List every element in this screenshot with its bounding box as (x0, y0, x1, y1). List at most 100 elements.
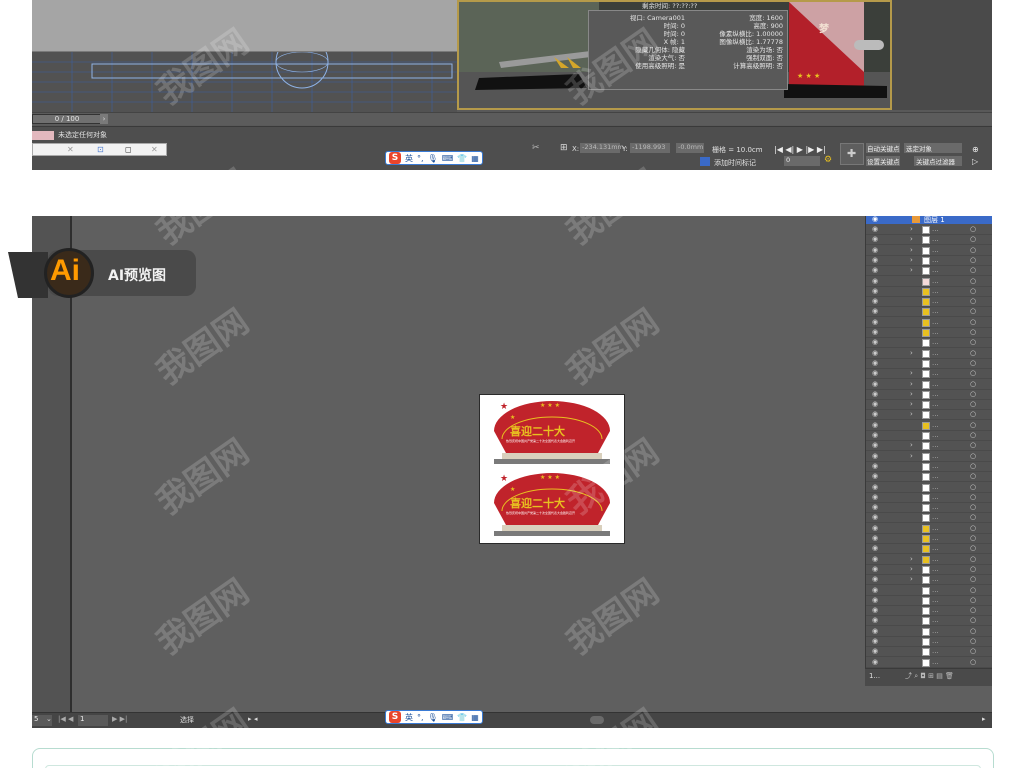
nav-zoom-icon[interactable]: ⊕ (972, 145, 979, 154)
layer-row[interactable]: ◉... ○ (866, 586, 992, 596)
layer-row[interactable]: ◉... ○ (866, 287, 992, 297)
eye-icon[interactable]: ◉ (872, 421, 878, 429)
layer-row[interactable]: ◉... ○ (866, 359, 992, 369)
layer-row[interactable]: ◉ ›... ○ (866, 225, 992, 235)
layer-row[interactable]: ◉... ○ (866, 534, 992, 544)
ime-toolbar[interactable]: S 英 °, 🎙 ⌨ 👕 ▦ (385, 151, 483, 165)
add-time-tag[interactable]: 添加时间标记 (714, 158, 756, 168)
layer-row-selected[interactable]: ◉ 图层 1 (866, 216, 992, 224)
eye-icon[interactable]: ◉ (872, 216, 878, 223)
eye-icon[interactable]: ◉ (872, 277, 878, 285)
expand-icon[interactable]: › (910, 410, 913, 418)
target-icon[interactable]: ○ (970, 627, 976, 635)
expand-icon[interactable]: › (910, 575, 913, 583)
eye-icon[interactable]: ◉ (872, 596, 878, 604)
eye-icon[interactable]: ◉ (872, 225, 878, 233)
expand-icon[interactable]: › (910, 266, 913, 274)
maxscript-listener[interactable]: ✕ ⊡ ◻ ✕ (32, 143, 167, 156)
target-icon[interactable]: ○ (970, 483, 976, 491)
punct-icon[interactable]: °, (417, 713, 424, 722)
layer-row[interactable]: ◉ ›... ○ (866, 390, 992, 400)
eye-icon[interactable]: ◉ (872, 637, 878, 645)
prev-page-icon[interactable]: |◀ ◀ (58, 715, 73, 723)
layer-row[interactable]: ◉... ○ (866, 647, 992, 658)
layer-row[interactable]: ◉ ›... ○ (866, 266, 992, 277)
punct-icon[interactable]: °, (417, 154, 424, 163)
target-icon[interactable]: ○ (970, 565, 976, 573)
eye-icon[interactable]: ◉ (872, 534, 878, 542)
expand-icon[interactable]: › (910, 441, 913, 449)
target-icon[interactable]: ○ (970, 524, 976, 532)
time-next-icon[interactable]: › (100, 114, 108, 124)
layer-row[interactable]: ◉... ○ (866, 493, 992, 503)
target-icon[interactable]: ○ (970, 472, 976, 480)
target-icon[interactable]: ○ (970, 555, 976, 563)
target-icon[interactable]: ○ (970, 493, 976, 501)
layer-row[interactable]: ◉ ›... ○ (866, 349, 992, 359)
horizontal-scroll-thumb[interactable] (590, 716, 604, 724)
layer-row[interactable]: ◉... ○ (866, 472, 992, 483)
target-icon[interactable]: ○ (970, 575, 976, 583)
layer-row[interactable]: ◉... ○ (866, 338, 992, 349)
time-slider-thumb[interactable]: 0 / 100 (32, 114, 102, 124)
expand-icon[interactable]: › (910, 256, 913, 264)
layer-row[interactable]: ◉... ○ (866, 616, 992, 627)
key-mode-button[interactable]: ✚ (840, 143, 864, 165)
target-icon[interactable]: ○ (970, 421, 976, 429)
target-icon[interactable]: ○ (970, 616, 976, 624)
scroll-right-icon[interactable]: ▸ (982, 715, 986, 723)
layer-row[interactable]: ◉ ›... ○ (866, 575, 992, 586)
coord-y-field[interactable]: -1198.993 (630, 143, 670, 153)
eye-icon[interactable]: ◉ (872, 658, 878, 666)
target-icon[interactable]: ○ (970, 369, 976, 377)
expand-icon[interactable]: › (910, 452, 913, 460)
window-icon[interactable]: ◻ (125, 145, 132, 154)
skin-icon[interactable]: 👕 (457, 713, 467, 722)
target-icon[interactable]: ○ (970, 431, 976, 439)
zoom-dropdown-icon[interactable]: ⌄ (46, 715, 52, 723)
lock-icon[interactable]: ✂ (532, 143, 540, 153)
ime-mode-label[interactable]: 英 (405, 153, 413, 164)
eye-icon[interactable]: ◉ (872, 400, 878, 408)
eye-icon[interactable]: ◉ (872, 349, 878, 357)
set-key-button[interactable]: 设置关键点 (866, 156, 900, 166)
eye-icon[interactable]: ◉ (872, 266, 878, 274)
layer-row[interactable]: ◉... ○ (866, 637, 992, 647)
viewport-grid[interactable] (32, 52, 457, 112)
time-tag-icon[interactable] (700, 157, 710, 166)
layer-row[interactable]: ◉... ○ (866, 627, 992, 637)
page-field[interactable]: 1 (78, 715, 108, 726)
expand-icon[interactable]: › (910, 225, 913, 233)
expand-icon[interactable]: › (910, 555, 913, 563)
layer-row[interactable]: ◉ ›... ○ (866, 441, 992, 452)
target-icon[interactable]: ○ (970, 441, 976, 449)
layer-row[interactable]: ◉... ○ (866, 297, 992, 308)
eye-icon[interactable]: ◉ (872, 627, 878, 635)
close-icon[interactable]: ✕ (67, 145, 74, 154)
target-icon[interactable]: ○ (970, 586, 976, 594)
eye-icon[interactable]: ◉ (872, 235, 878, 243)
key-selection-dropdown[interactable]: 选定对象 (904, 143, 962, 153)
time-slider[interactable]: 0 / 100 › (32, 112, 992, 125)
eye-icon[interactable]: ◉ (872, 513, 878, 521)
status-menu-icon[interactable]: ▸ (248, 715, 252, 723)
auto-key-button[interactable]: 自动关键点 (866, 143, 900, 153)
eye-icon[interactable]: ◉ (872, 359, 878, 367)
eye-icon[interactable]: ◉ (872, 369, 878, 377)
expand-icon[interactable]: › (910, 369, 913, 377)
eye-icon[interactable]: ◉ (872, 616, 878, 624)
skin-icon[interactable]: 👕 (457, 154, 467, 163)
layer-row[interactable]: ◉... ○ (866, 513, 992, 524)
expand-icon[interactable]: › (910, 235, 913, 243)
target-icon[interactable]: ○ (970, 246, 976, 254)
layer-row[interactable]: ◉... ○ (866, 596, 992, 606)
target-icon[interactable]: ○ (970, 235, 976, 243)
target-icon[interactable]: ○ (970, 297, 976, 305)
layer-row[interactable]: ◉ ›... ○ (866, 369, 992, 380)
eye-icon[interactable]: ◉ (872, 410, 878, 418)
eye-icon[interactable]: ◉ (872, 544, 878, 552)
layer-name[interactable]: 图层 1 (924, 216, 945, 225)
target-icon[interactable]: ○ (970, 462, 976, 470)
eye-icon[interactable]: ◉ (872, 441, 878, 449)
next-page-icon[interactable]: ▶ ▶| (112, 715, 127, 723)
